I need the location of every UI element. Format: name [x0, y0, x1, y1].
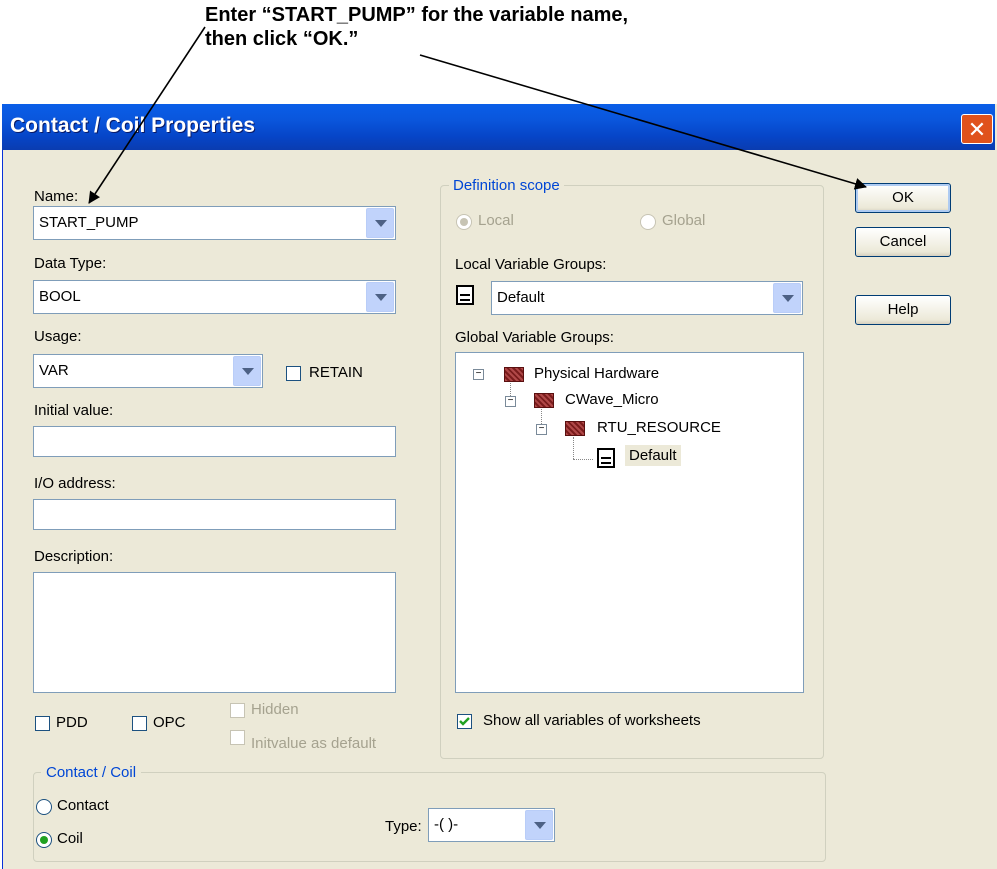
- arrow-to-name-field: [88, 26, 206, 204]
- arrow-to-ok-button: [419, 54, 867, 190]
- callout-arrows: [88, 26, 867, 204]
